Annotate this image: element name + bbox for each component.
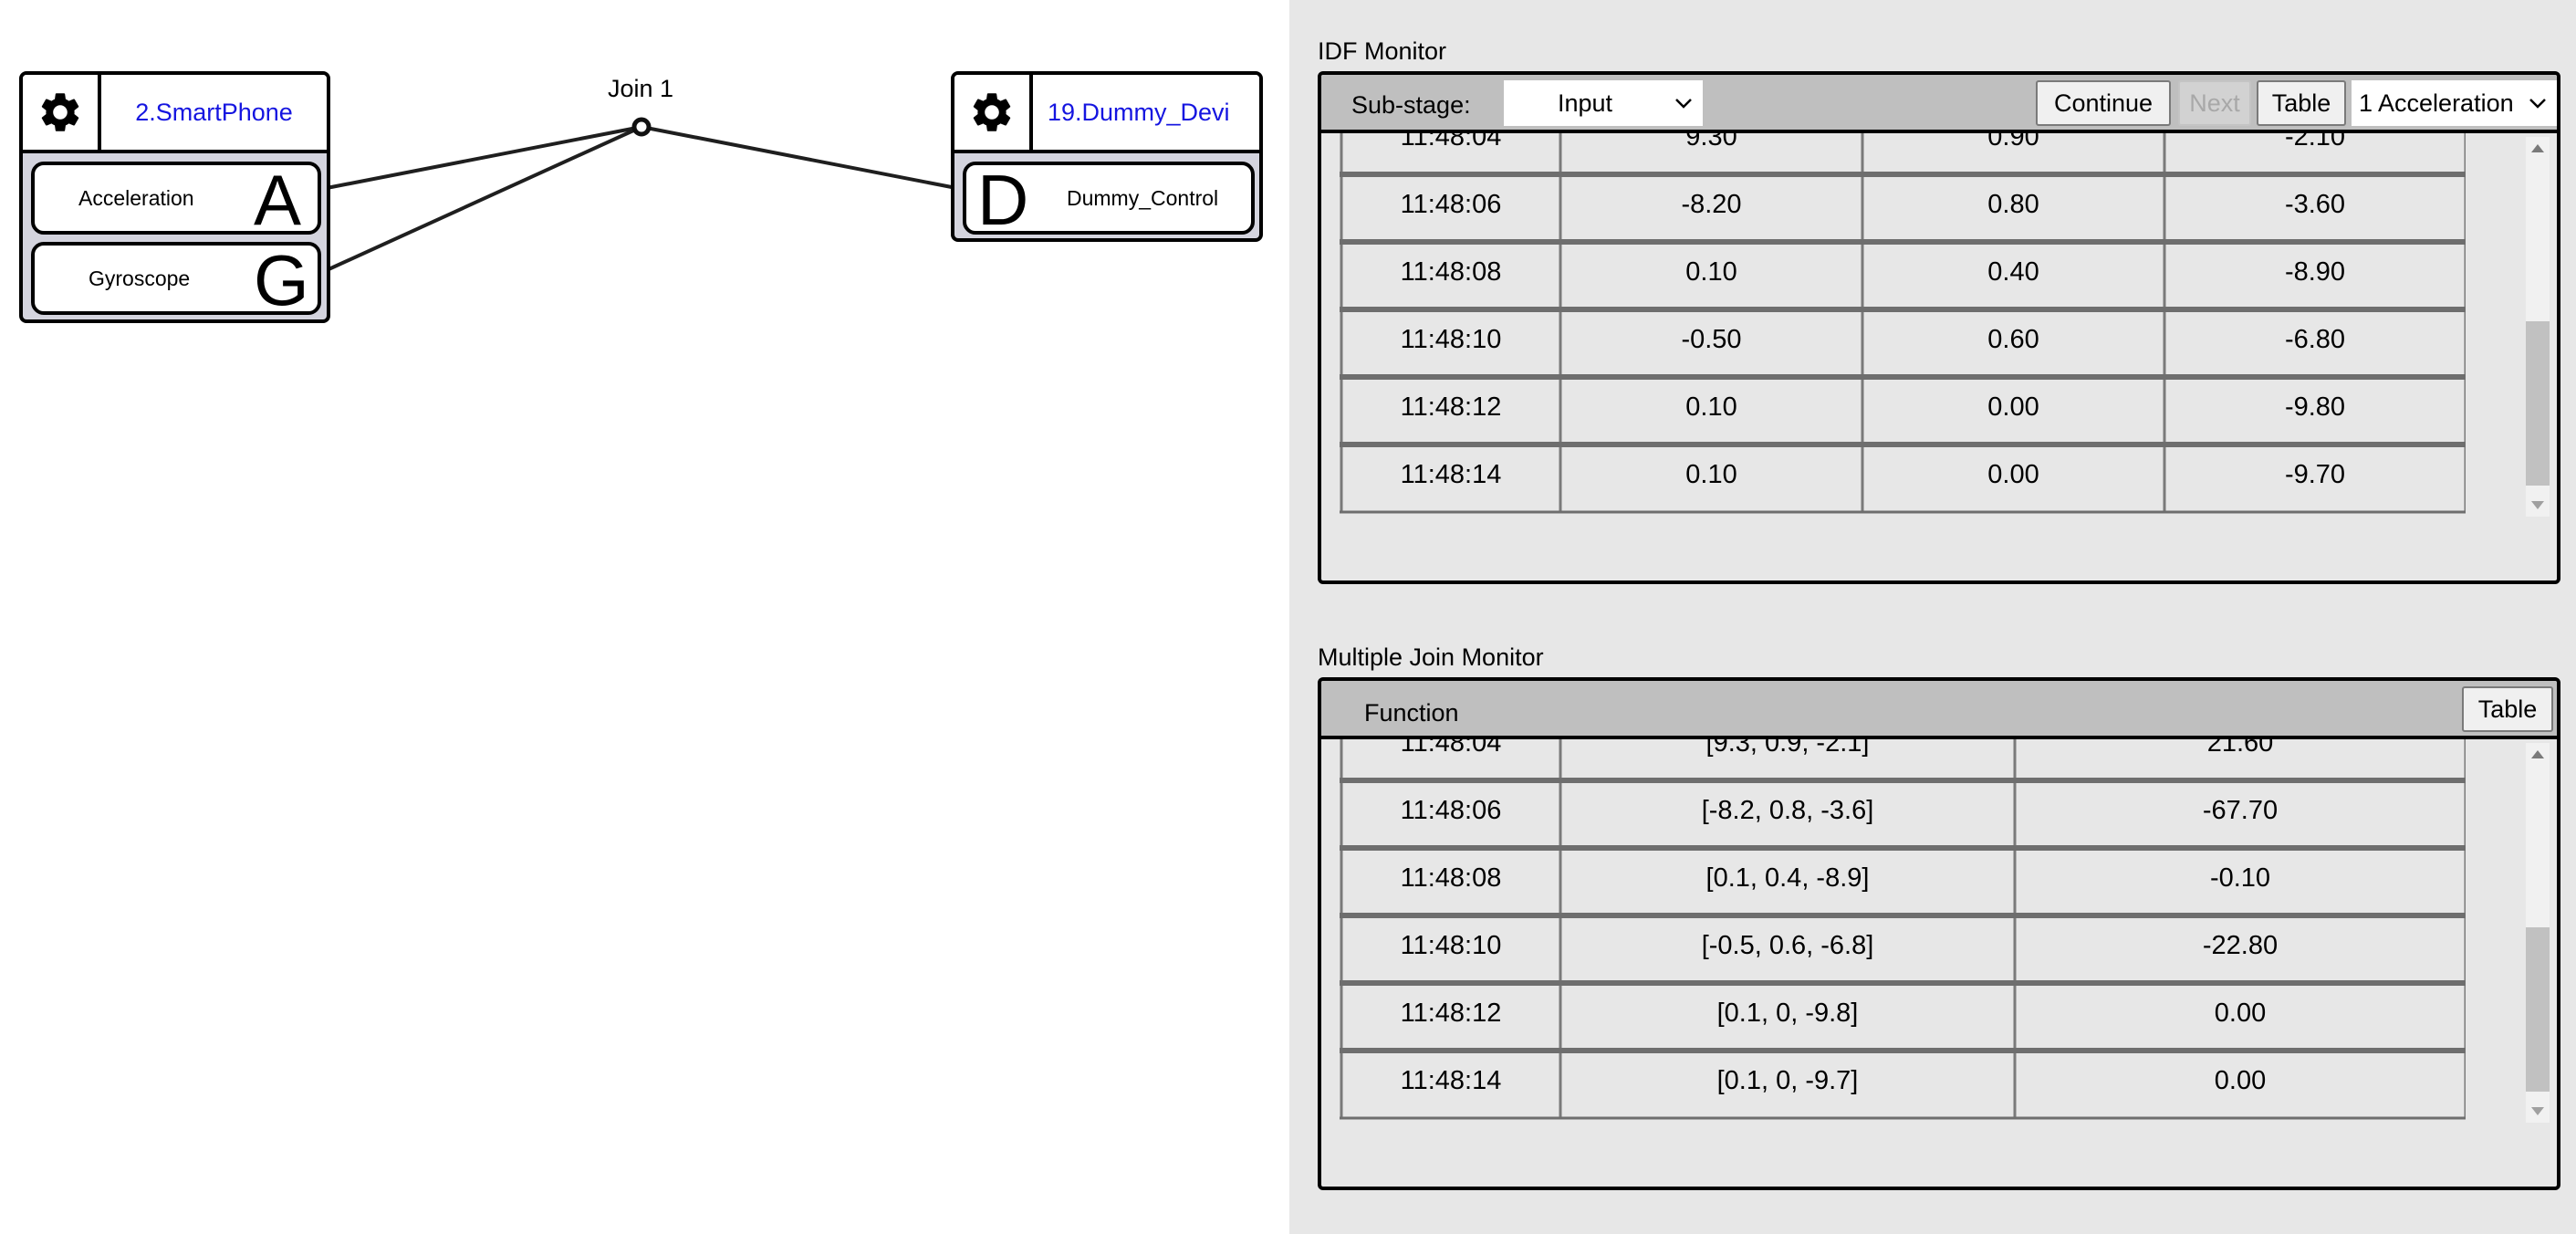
table-cell: 9.30 — [1685, 133, 1737, 152]
next-button[interactable]: Next — [2178, 80, 2251, 126]
chevron-down-icon — [1675, 99, 1692, 109]
table-cell: 11:48:10 — [1400, 931, 1502, 960]
join-monitor: Function Table 11:48:04 [9.3, 0.9, -2.1] 2… — [1318, 677, 2560, 1190]
substage-select[interactable]: Input — [1504, 80, 1703, 126]
table-cell: 0.90 — [1987, 133, 2039, 152]
device-name[interactable]: 19.Dummy_Devi — [1033, 75, 1259, 150]
table-cell: -22.80 — [2202, 931, 2279, 960]
table-cell: 11:48:14 — [1400, 460, 1502, 489]
table-cell: 0.00 — [2214, 999, 2267, 1028]
feature-dummy-control[interactable]: D Dummy_Control — [963, 160, 1255, 240]
scroll-up-arrow-icon[interactable] — [2531, 750, 2544, 758]
feature-letter: A — [254, 160, 302, 240]
link-join-dummy-control[interactable] — [641, 125, 957, 190]
device-name[interactable]: 2.SmartPhone — [101, 75, 327, 150]
scroll-down-arrow-icon[interactable] — [2531, 1107, 2544, 1115]
table-cell: -0.50 — [1681, 325, 1742, 354]
table-cell: -8.90 — [2284, 257, 2346, 287]
monitor-panel: IDF Monitor Sub-stage: Input Continue Ne… — [1289, 0, 2576, 1234]
device-smartphone[interactable]: 2.SmartPhone Acceleration A Gyroscope G — [19, 71, 330, 323]
device-header: 2.SmartPhone — [23, 75, 327, 153]
join-data-table[interactable]: 11:48:04 [9.3, 0.9, -2.1] 21.60 11:48:06 [-8… — [1340, 739, 2466, 1123]
feature-acceleration[interactable]: Acceleration A — [31, 160, 321, 240]
table-cell: 0.10 — [1685, 392, 1737, 422]
table-cell: 21.60 — [2206, 739, 2274, 758]
chevron-down-icon — [2529, 99, 2546, 109]
join-scrollbar[interactable] — [2526, 743, 2550, 1123]
feature-label: Dummy_Control — [1067, 185, 1219, 210]
link-acceleration-join[interactable] — [326, 125, 642, 190]
feature-label: Acceleration — [78, 185, 194, 210]
graph-canvas[interactable]: Join 1 2.SmartPhone Acceleration A Gyros… — [0, 0, 1289, 1234]
scroll-thumb[interactable] — [2526, 321, 2550, 486]
idf-data-table[interactable]: 11:48:04 9.30 0.90 -2.10 11:48:06 -8.20 0.80 -3… — [1340, 133, 2466, 517]
table-cell: [9.3, 0.9, -2.1] — [1705, 739, 1870, 758]
table-cell: 11:48:14 — [1400, 1066, 1502, 1095]
scroll-down-arrow-icon[interactable] — [2531, 501, 2544, 509]
table-cell: 11:48:08 — [1400, 257, 1502, 287]
table-cell: 0.00 — [1987, 392, 2039, 422]
table-button[interactable]: Table — [2462, 686, 2553, 732]
feature-select-value: 1 Acceleration — [2359, 89, 2514, 117]
table-cell: -0.10 — [2209, 863, 2271, 893]
table-cell: 0.10 — [1685, 257, 1737, 287]
join-monitor-title: Multiple Join Monitor — [1318, 643, 1544, 671]
table-cell: -67.70 — [2202, 796, 2279, 825]
table-cell: 11:48:06 — [1400, 796, 1502, 825]
device-dummy[interactable]: 19.Dummy_Devi D Dummy_Control — [951, 71, 1263, 242]
feature-gyroscope[interactable]: Gyroscope G — [31, 240, 321, 320]
gear-icon[interactable] — [954, 75, 1033, 150]
table-cell: [-0.5, 0.6, -6.8] — [1701, 931, 1874, 960]
continue-button[interactable]: Continue — [2036, 80, 2171, 126]
device-header: 19.Dummy_Devi — [954, 75, 1259, 153]
table-cell: 0.60 — [1987, 325, 2039, 354]
join-node[interactable] — [631, 117, 652, 137]
table-cell: -6.80 — [2284, 325, 2346, 354]
function-label: Function — [1364, 699, 1459, 727]
scroll-thumb[interactable] — [2526, 927, 2550, 1092]
feature-label: Gyroscope — [89, 266, 191, 290]
table-cell: 11:48:08 — [1400, 863, 1502, 893]
table-cell: [0.1, 0.4, -8.9] — [1705, 863, 1870, 893]
idf-monitor: Sub-stage: Input Continue Next Table 1 A… — [1318, 71, 2560, 584]
table-cell: 0.00 — [2214, 1066, 2267, 1095]
table-cell: -9.80 — [2284, 392, 2346, 422]
table-cell: -2.10 — [2284, 133, 2346, 152]
table-cell: 0.00 — [1987, 460, 2039, 489]
table-cell: -8.20 — [1681, 190, 1742, 219]
gear-icon[interactable] — [23, 75, 101, 150]
substage-value: Input — [1557, 89, 1613, 117]
feature-letter: D — [977, 160, 1029, 240]
table-cell: [-8.2, 0.8, -3.6] — [1701, 796, 1874, 825]
join-label: Join 1 — [608, 75, 674, 102]
table-cell: [0.1, 0, -9.7] — [1716, 1066, 1859, 1095]
idf-scrollbar[interactable] — [2526, 137, 2550, 517]
idf-monitor-title: IDF Monitor — [1318, 37, 1447, 65]
table-cell: -9.70 — [2284, 460, 2346, 489]
feature-letter: G — [254, 240, 309, 320]
table-cell: 0.40 — [1987, 257, 2039, 287]
table-cell: 11:48:04 — [1400, 739, 1502, 758]
table-cell: 0.80 — [1987, 190, 2039, 219]
link-gyroscope-join[interactable] — [326, 125, 642, 272]
substage-label: Sub-stage: — [1351, 91, 1471, 119]
feature-select[interactable]: 1 Acceleration — [2352, 80, 2557, 126]
table-cell: 11:48:10 — [1400, 325, 1502, 354]
scroll-up-arrow-icon[interactable] — [2531, 144, 2544, 152]
table-cell: 11:48:06 — [1400, 190, 1502, 219]
table-cell: -3.60 — [2284, 190, 2346, 219]
table-cell: 0.10 — [1685, 460, 1737, 489]
table-cell: 11:48:12 — [1400, 392, 1502, 422]
table-cell: [0.1, 0, -9.8] — [1716, 999, 1859, 1028]
table-cell: 11:48:12 — [1400, 999, 1502, 1028]
join-toolbar: Function Table — [1321, 681, 2557, 739]
table-button[interactable]: Table — [2257, 80, 2346, 126]
table-cell: 11:48:04 — [1400, 133, 1502, 152]
idf-toolbar: Sub-stage: Input Continue Next Table 1 A… — [1321, 75, 2557, 133]
